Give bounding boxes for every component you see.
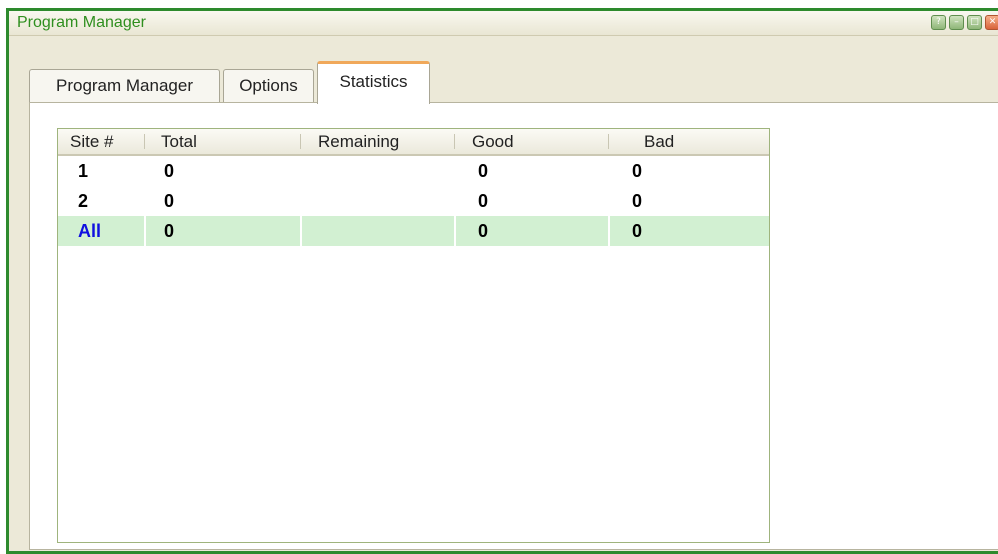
cell-bad: 0 (632, 191, 643, 211)
title-bar[interactable]: Program Manager ? – □ ✕ (9, 11, 998, 36)
column-divider[interactable] (144, 134, 145, 149)
window-title: Program Manager (17, 14, 146, 31)
close-button[interactable]: ✕ (985, 15, 998, 30)
statistics-panel: Site # Total Remaining Good Bad 1 0 0 0 … (29, 102, 998, 550)
cell-total: 0 (164, 221, 175, 241)
statistics-table: Site # Total Remaining Good Bad 1 0 0 0 … (57, 128, 770, 543)
cell-divider (300, 216, 302, 246)
help-button[interactable]: ? (931, 15, 946, 30)
cell-good: 0 (478, 221, 489, 241)
table-row[interactable]: 1 0 0 0 (58, 156, 769, 186)
minimize-button[interactable]: – (949, 15, 964, 30)
cell-good: 0 (478, 161, 489, 181)
table-header: Site # Total Remaining Good Bad (58, 129, 769, 156)
table-row[interactable]: 2 0 0 0 (58, 186, 769, 216)
column-divider[interactable] (300, 134, 301, 149)
maximize-button[interactable]: □ (967, 15, 982, 30)
column-divider[interactable] (608, 134, 609, 149)
cell-total: 0 (164, 161, 175, 181)
column-divider[interactable] (454, 134, 455, 149)
column-header-bad[interactable]: Bad (644, 129, 674, 154)
cell-total: 0 (164, 191, 175, 211)
table-row-all[interactable]: All 0 0 0 (58, 216, 769, 246)
cell-site: 2 (78, 191, 89, 211)
tab-statistics[interactable]: Statistics (317, 61, 430, 104)
tab-program-manager[interactable]: Program Manager (29, 69, 220, 103)
tab-options[interactable]: Options (223, 69, 314, 103)
column-header-good[interactable]: Good (472, 129, 514, 154)
program-manager-window: Program Manager ? – □ ✕ Program Manager … (6, 8, 998, 554)
cell-divider (454, 216, 456, 246)
column-header-remaining[interactable]: Remaining (318, 129, 399, 154)
column-header-site[interactable]: Site # (70, 129, 113, 154)
cell-site: 1 (78, 161, 89, 181)
cell-good: 0 (478, 191, 489, 211)
cell-divider (608, 216, 610, 246)
cell-bad: 0 (632, 221, 643, 241)
cell-bad: 0 (632, 161, 643, 181)
cell-divider (144, 216, 146, 246)
cell-site: All (78, 221, 102, 241)
column-header-total[interactable]: Total (161, 129, 197, 154)
